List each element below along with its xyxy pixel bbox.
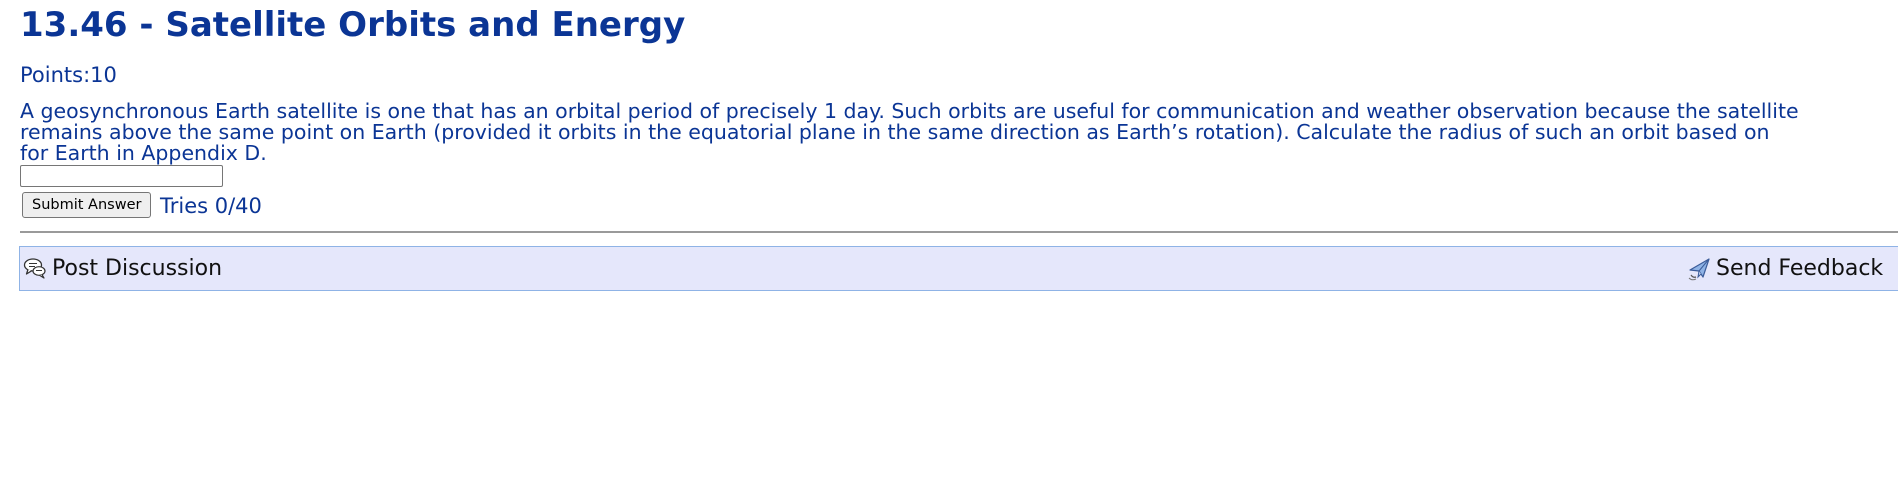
question-text: A geosynchronous Earth satellite is one … — [20, 101, 1898, 164]
points-label: Points:10 — [20, 63, 117, 87]
answer-input[interactable] — [20, 165, 223, 187]
discussion-bar: Post Discussion Send Feedback — [19, 246, 1898, 291]
tries-counter: Tries 0/40 — [160, 194, 262, 218]
divider — [20, 231, 1898, 233]
question-line: remains above the same point on Earth (p… — [20, 120, 1770, 144]
question-line: for Earth in Appendix D. — [20, 141, 267, 165]
submit-answer-button[interactable]: Submit Answer — [22, 192, 152, 218]
post-discussion-label: Post Discussion — [52, 255, 223, 281]
question-line: A geosynchronous Earth satellite is one … — [20, 99, 1799, 123]
problem-page: 13.46 - Satellite Orbits and Energy Poin… — [0, 0, 1898, 493]
send-feedback-link[interactable]: Send Feedback — [1687, 253, 1883, 283]
page-title: 13.46 - Satellite Orbits and Energy — [20, 5, 686, 45]
send-feedback-label: Send Feedback — [1716, 255, 1884, 281]
speech-bubbles-icon — [22, 255, 48, 281]
post-discussion-link[interactable]: Post Discussion — [22, 253, 222, 283]
feedback-send-icon — [1687, 255, 1713, 281]
